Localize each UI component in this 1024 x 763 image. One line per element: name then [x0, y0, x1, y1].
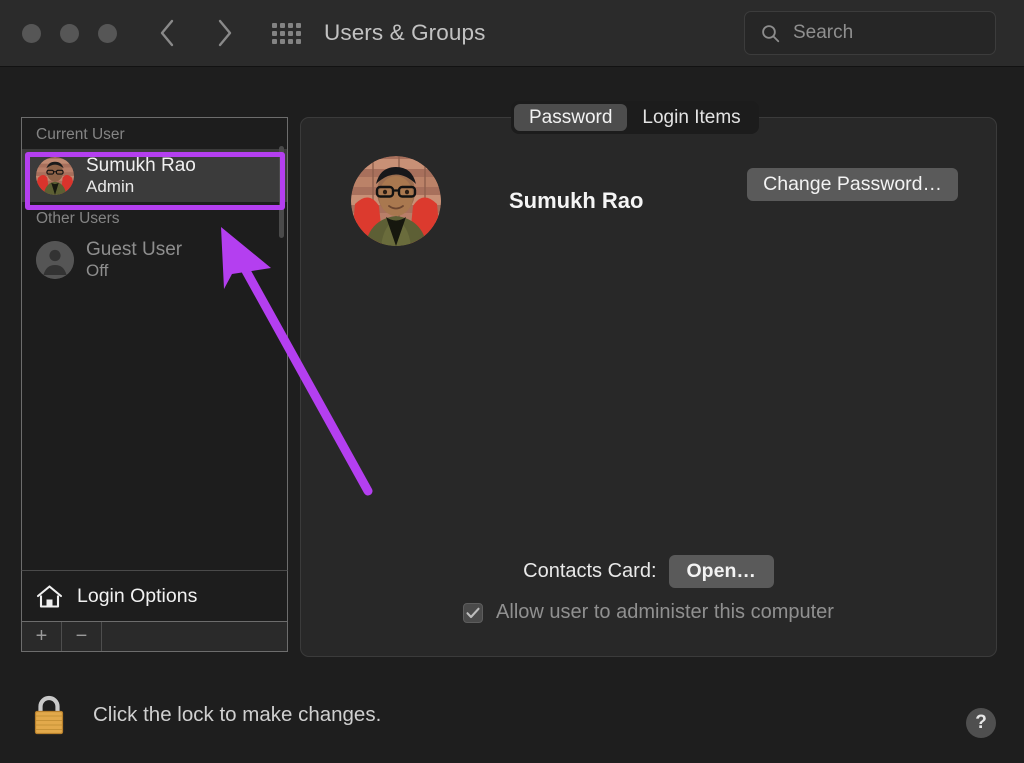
back-chevron-icon[interactable]: [156, 18, 178, 48]
search-input[interactable]: [793, 22, 973, 44]
sidebar-guest-text: Guest User Off: [86, 239, 182, 280]
closed-padlock-icon[interactable]: [29, 692, 69, 738]
tab-login-items[interactable]: Login Items: [627, 104, 755, 131]
remove-user-button[interactable]: −: [62, 622, 102, 651]
sidebar-user-guest-user[interactable]: Guest User Off: [22, 233, 287, 286]
window-toolbar: Users & Groups: [0, 0, 1024, 67]
allow-admin-label: Allow user to administer this computer: [496, 601, 834, 623]
lock-message: Click the lock to make changes.: [93, 703, 382, 726]
sidebar-user-name: Sumukh Rao: [86, 154, 196, 176]
sidebar-group-label-other-users: Other Users: [36, 210, 120, 227]
user-display-name: Sumukh Rao: [509, 188, 644, 213]
open-contacts-card-button[interactable]: Open…: [668, 555, 774, 588]
change-password-button[interactable]: Change Password…: [747, 168, 958, 201]
sidebar-add-remove-bar: + −: [21, 621, 288, 652]
avatar: [36, 156, 74, 195]
panel-tabs: Password Login Items: [511, 101, 759, 134]
search-box[interactable]: [744, 11, 996, 55]
sidebar-guest-name: Guest User: [86, 238, 183, 260]
add-user-button[interactable]: +: [22, 622, 62, 651]
allow-admin-checkbox[interactable]: [463, 602, 484, 623]
user-photo-large: [351, 156, 441, 246]
users-sidebar: Current User Sumukh Rao Admin Other User…: [21, 117, 288, 570]
tab-password[interactable]: Password: [514, 104, 628, 131]
house-icon: [36, 583, 64, 609]
sidebar-group-label-current-user: Current User: [36, 126, 125, 143]
sidebar-scrollbar[interactable]: [279, 146, 284, 238]
search-icon: [761, 24, 780, 43]
user-header: Sumukh Rao: [351, 156, 643, 246]
lock-row[interactable]: Click the lock to make changes.: [29, 692, 381, 738]
guest-avatar-icon: [36, 240, 74, 279]
admin-permission-row[interactable]: Allow user to administer this computer: [301, 601, 996, 624]
user-avatar[interactable]: [351, 156, 441, 246]
forward-chevron-icon[interactable]: [214, 18, 236, 48]
sidebar-guest-status: Off: [86, 260, 109, 280]
login-options-label: Login Options: [77, 584, 198, 607]
system-preferences-window: Users & Groups Current User: [0, 0, 1024, 763]
page-title: Users & Groups: [324, 20, 486, 45]
close-button[interactable]: [22, 23, 41, 43]
checkmark-icon: [466, 607, 480, 618]
help-button[interactable]: ?: [966, 708, 996, 738]
traffic-lights: [22, 23, 117, 43]
sidebar-user-role: Admin: [86, 176, 135, 196]
contacts-card-row: Contacts Card: Open…: [301, 555, 996, 588]
sidebar-item-login-options[interactable]: Login Options: [21, 570, 288, 621]
user-detail-panel: Sumukh Rao Change Password… Contacts Car…: [300, 117, 997, 657]
minimize-button[interactable]: [60, 23, 79, 43]
navigation-arrows: [156, 18, 236, 48]
sidebar-user-text: Sumukh Rao Admin: [86, 155, 196, 196]
user-photo: [36, 156, 74, 195]
show-all-grid-icon[interactable]: [269, 19, 303, 47]
sidebar-user-sumukh-rao[interactable]: Sumukh Rao Admin: [22, 149, 287, 202]
contacts-card-label: Contacts Card:: [523, 560, 657, 582]
zoom-button[interactable]: [98, 23, 117, 43]
